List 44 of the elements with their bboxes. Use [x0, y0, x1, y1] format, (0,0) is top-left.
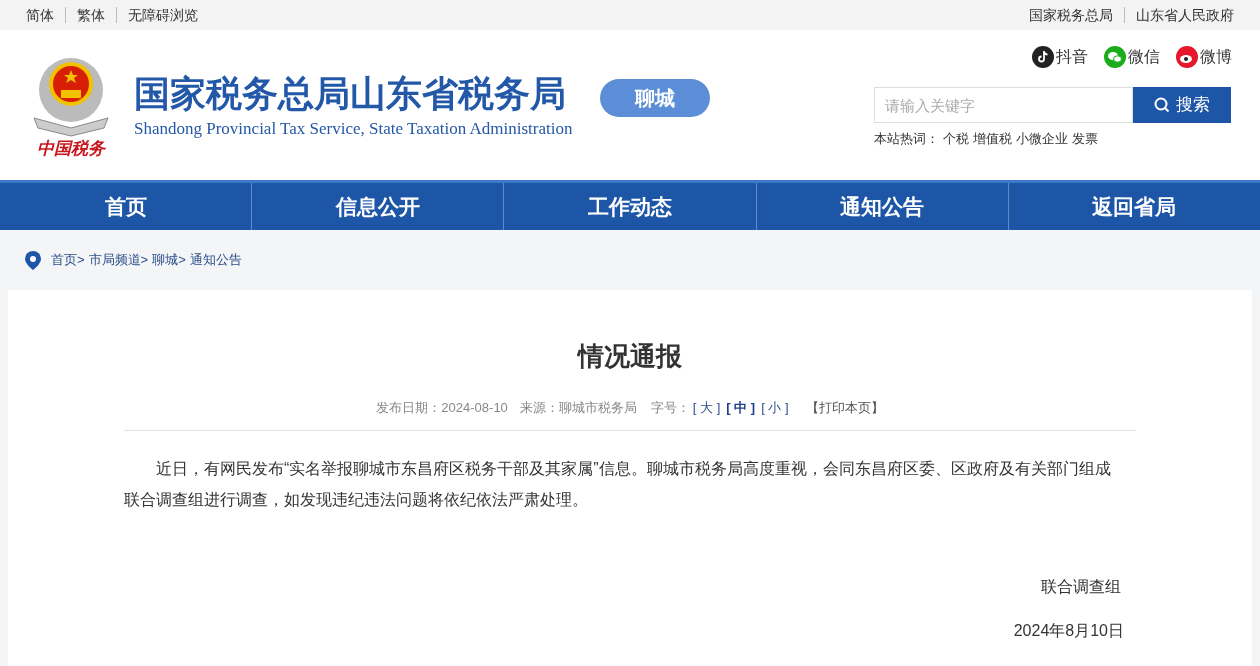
- hot-word-link[interactable]: 发票: [1072, 129, 1098, 149]
- social-link[interactable]: 微博: [1176, 45, 1232, 69]
- font-size-label: 字号：: [650, 399, 690, 417]
- hot-word-link[interactable]: 小微企业: [1016, 129, 1068, 149]
- social-link[interactable]: 抖音: [1032, 45, 1088, 69]
- hot-word-link[interactable]: 增值税: [973, 129, 1012, 149]
- nav-item[interactable]: 首页: [0, 183, 252, 230]
- font-size-option[interactable]: [ 中 ]: [726, 398, 756, 418]
- social-link[interactable]: 微信: [1104, 45, 1160, 69]
- nav-item[interactable]: 通知公告: [755, 183, 1008, 230]
- breadcrumb-link[interactable]: 市局频道>: [88, 250, 149, 270]
- site-title: 国家税务总局山东省税务局: [134, 72, 567, 116]
- breadcrumb-link[interactable]: 通知公告: [189, 250, 242, 270]
- top-link[interactable]: 国家税务总局: [1029, 4, 1113, 26]
- article-body: 近日，有网民发布“实名举报聊城市东昌府区税务干部及其家属”信息。聊城市税务局高度重视，会同东昌府区委、区政府及有关部门组成联合调查组进行调查，如发现违纪违法问题将依纪依法严肃处理。: [124, 458, 1112, 510]
- top-link[interactable]: 繁体: [77, 4, 105, 26]
- nav-item[interactable]: 返回省局: [1007, 183, 1260, 230]
- hot-word-link[interactable]: 个税: [943, 129, 969, 149]
- font-size-option[interactable]: [ 大 ]: [692, 398, 721, 418]
- signature: 联合调查组: [1041, 576, 1121, 597]
- music-note-icon: [1032, 46, 1054, 68]
- breadcrumb-link[interactable]: 聊城>: [152, 250, 186, 270]
- print-link[interactable]: 【打印本页】: [805, 398, 884, 418]
- city-badge: 聊城: [600, 79, 711, 117]
- search-field[interactable]: 请输入关键字: [874, 87, 1133, 123]
- location-pin-icon: [25, 250, 41, 270]
- search-button[interactable]: 搜索: [1133, 87, 1231, 123]
- publish-date: 发布日期：2024-08-10: [376, 399, 508, 417]
- nav-item[interactable]: 工作动态: [503, 183, 756, 230]
- search-icon: [1154, 97, 1170, 113]
- site-subtitle: Shandong Provincial Tax Service, State Taxation Administration: [134, 118, 573, 140]
- font-size-option[interactable]: [ 小 ]: [761, 398, 789, 418]
- top-link[interactable]: 简体: [26, 4, 54, 26]
- eye-logo-icon: [1176, 46, 1198, 68]
- logo-caption: 中国税务: [37, 137, 105, 160]
- top-link[interactable]: 无障碍浏览: [128, 4, 198, 26]
- nav-item[interactable]: 信息公开: [251, 183, 504, 230]
- article-source: 来源：聊城市税务局: [519, 399, 637, 417]
- top-link[interactable]: 山东省人民政府: [1136, 4, 1234, 26]
- sign-date: 2024年8月10日: [1013, 620, 1124, 641]
- breadcrumb-link[interactable]: 首页>: [51, 250, 85, 270]
- chat-bubbles-icon: [1104, 46, 1126, 68]
- article-title: 情况通报: [576, 340, 683, 373]
- hot-words-label: 本站热词：: [874, 130, 939, 148]
